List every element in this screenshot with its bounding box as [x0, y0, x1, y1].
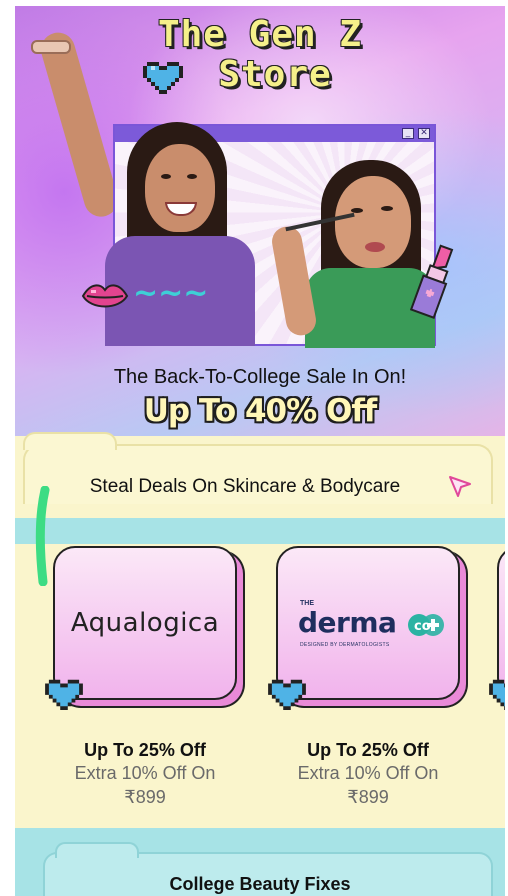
pixel-heart-icon [489, 679, 505, 710]
deals-cyan-band [15, 518, 505, 544]
lips-icon [81, 284, 129, 308]
deals-heading: Steal Deals On Skincare & Bodycare [89, 476, 401, 497]
highlighter-mark [35, 486, 50, 586]
store-title-line1: The Gen Z [157, 14, 363, 55]
offer-price: ₹899 [124, 787, 166, 807]
brand-card-derma-co[interactable]: THE derma co DESIGNED BY DERMATOLOGISTS [268, 546, 460, 710]
sale-subtitle: The Back-To-College Sale In On! [113, 366, 407, 388]
pixel-heart-icon [143, 62, 183, 94]
aqualogica-logo: Aqualogica [70, 608, 220, 638]
brand-offer-aqualogica[interactable]: Up To 25% Off Extra 10% Off On ₹899 [35, 739, 255, 809]
minimize-icon: _ [402, 128, 414, 139]
close-icon: ✕ [418, 128, 430, 139]
sale-headline: Up To 40% Off [143, 393, 378, 429]
app-viewport: The Gen Z Store _ ✕ ~~~ The Back-To-Coll… [15, 6, 505, 896]
lipstick-icon [410, 244, 454, 319]
derma-co-logo: THE derma co DESIGNED BY DERMATOLOGISTS [298, 600, 448, 650]
next-section-heading: College Beauty Fixes [169, 874, 351, 894]
bracelets [31, 40, 71, 54]
pixel-heart-icon [268, 679, 306, 710]
offer-price: ₹899 [347, 787, 389, 807]
offer-extra: Extra 10% Off On [297, 763, 439, 783]
store-title-line2: Store [218, 54, 332, 95]
derma-logo-tagline: DESIGNED BY DERMATOLOGISTS [300, 642, 390, 648]
brand-offer-derma-co[interactable]: Up To 25% Off Extra 10% Off On ₹899 [258, 739, 478, 809]
cursor-arrow-icon [449, 476, 471, 497]
hero-banner[interactable]: The Gen Z Store _ ✕ ~~~ The Back-To-Coll… [15, 6, 505, 471]
derma-co-badge: co [408, 614, 444, 636]
offer-title: Up To 25% Off [307, 740, 429, 760]
brand-card-partial[interactable] [489, 546, 505, 710]
pixel-heart-icon [45, 679, 83, 710]
offer-title: Up To 25% Off [84, 740, 206, 760]
offer-extra: Extra 10% Off On [74, 763, 216, 783]
derma-logo-main: derma [298, 606, 397, 639]
brand-card-aqualogica[interactable]: Aqualogica [45, 546, 237, 710]
